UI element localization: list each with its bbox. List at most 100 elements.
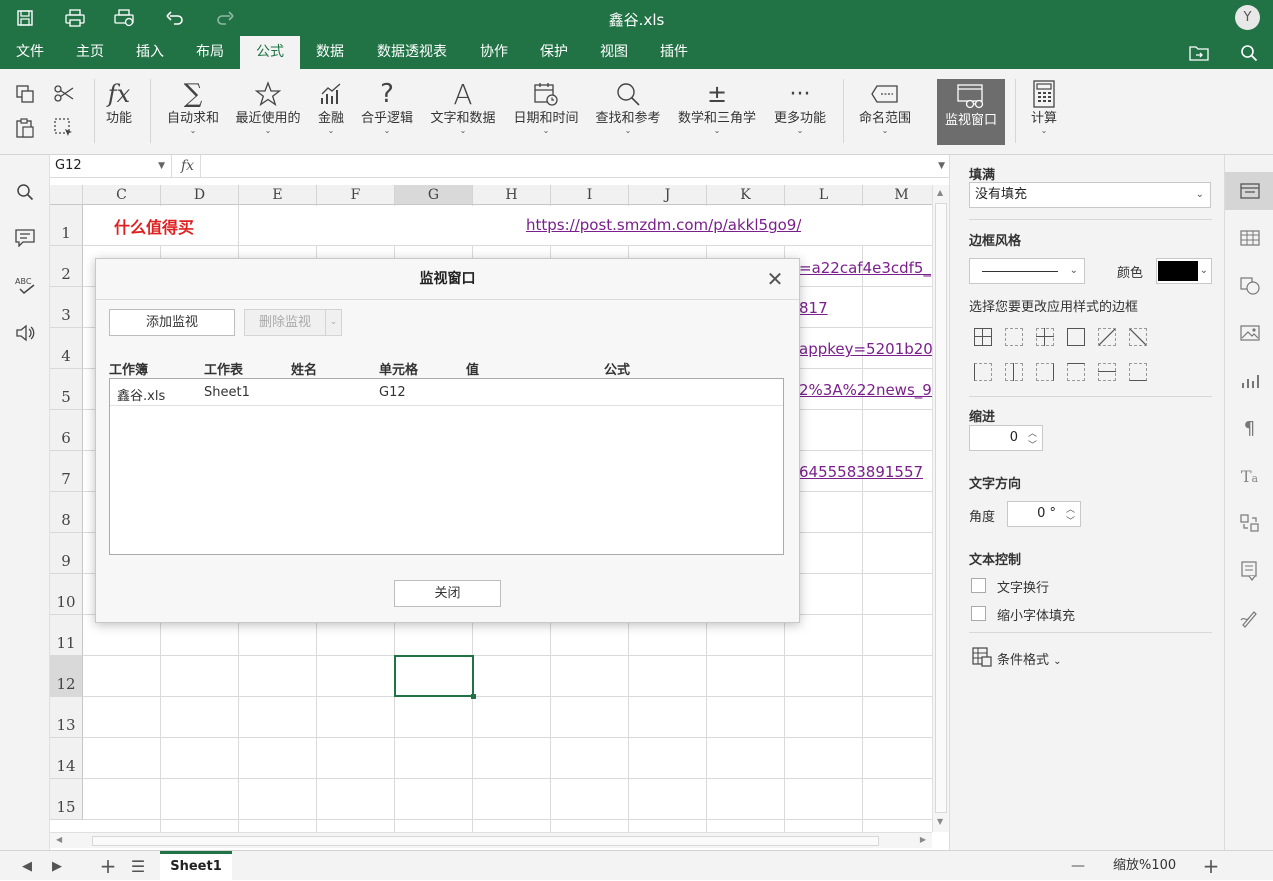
pivot-tab-icon[interactable] <box>1225 504 1273 542</box>
scroll-up-icon[interactable]: ▲ <box>937 188 943 197</box>
border-left-icon[interactable] <box>974 363 992 381</box>
column-header[interactable]: K <box>707 185 785 205</box>
image-tab-icon[interactable] <box>1225 314 1273 352</box>
save-icon[interactable] <box>13 6 37 30</box>
column-header[interactable]: L <box>785 185 863 205</box>
active-cell-g12[interactable] <box>394 655 476 699</box>
redo-icon[interactable] <box>213 6 237 30</box>
border-diag-up-icon[interactable] <box>1098 328 1116 346</box>
menu-collab[interactable]: 协作 <box>464 36 524 69</box>
named-range-button[interactable]: 命名范围 ⌄ <box>853 77 917 147</box>
border-inner-icon[interactable] <box>1036 328 1054 346</box>
row-header[interactable]: 9 <box>50 533 83 574</box>
search-icon[interactable] <box>1237 41 1261 65</box>
select-all-corner[interactable] <box>50 185 83 205</box>
column-header[interactable]: M <box>863 185 932 205</box>
menu-formula[interactable]: 公式 <box>240 36 300 69</box>
wrap-text-checkbox[interactable] <box>971 578 986 593</box>
row-header[interactable]: 14 <box>50 738 83 779</box>
row-header[interactable]: 6 <box>50 410 83 451</box>
row-header[interactable]: 10 <box>50 574 83 615</box>
menu-file[interactable]: 文件 <box>0 36 60 69</box>
scroll-left-icon[interactable]: ◀ <box>56 835 62 844</box>
sheet-tab[interactable]: Sheet1 <box>160 851 232 881</box>
column-header[interactable]: C <box>83 185 161 205</box>
row-header[interactable]: 7 <box>50 451 83 492</box>
menu-plugins[interactable]: 插件 <box>644 36 704 69</box>
border-color-select[interactable]: ⌄ <box>1156 258 1212 284</box>
menu-pivot[interactable]: 数据透视表 <box>360 36 464 69</box>
calculate-button[interactable]: 计算 ⌄ <box>1024 77 1064 147</box>
column-header[interactable]: H <box>473 185 551 205</box>
speaker-icon[interactable] <box>13 321 37 345</box>
scroll-right-icon[interactable]: ▶ <box>920 835 926 844</box>
text-data-button[interactable]: A 文字和数据 ⌄ <box>424 77 502 147</box>
comment-icon[interactable] <box>13 226 37 250</box>
text-art-tab-icon[interactable]: Ta <box>1225 457 1273 495</box>
row-header[interactable]: 12 <box>50 656 83 697</box>
zoom-in-button[interactable]: + <box>1199 854 1223 878</box>
stepper-down-icon[interactable]: ﹀ <box>1028 434 1037 458</box>
formula-input[interactable] <box>206 155 929 177</box>
more-functions-button[interactable]: ··· 更多功能 ⌄ <box>768 77 832 147</box>
menu-layout[interactable]: 布局 <box>180 36 240 69</box>
border-center-h-icon[interactable] <box>1098 363 1116 381</box>
border-none-icon[interactable] <box>1005 328 1023 346</box>
row-header[interactable]: 3 <box>50 287 83 328</box>
border-bottom-icon[interactable] <box>1129 363 1147 381</box>
row-header[interactable]: 4 <box>50 328 83 369</box>
border-top-icon[interactable] <box>1067 363 1085 381</box>
add-watch-button[interactable]: 添加监视 <box>109 309 235 336</box>
column-header[interactable]: G <box>395 185 473 205</box>
datetime-button[interactable]: 日期和时间 ⌄ <box>508 77 584 147</box>
close-button[interactable]: 关闭 <box>394 580 501 607</box>
column-header[interactable]: F <box>317 185 395 205</box>
column-header[interactable]: I <box>551 185 629 205</box>
chevron-down-icon[interactable]: ▼ <box>158 155 165 177</box>
cell-link-row2[interactable]: =a22caf4e3cdf5_ <box>799 259 932 277</box>
cut-icon[interactable] <box>53 83 75 105</box>
stepper-down-icon[interactable]: ﹀ <box>1066 510 1075 534</box>
indent-stepper[interactable]: 0 ︿ ﹀ <box>969 425 1043 451</box>
column-header[interactable]: D <box>161 185 239 205</box>
vertical-scrollbar[interactable]: ▲ ▼ <box>932 185 949 832</box>
search-icon[interactable] <box>13 180 37 204</box>
form-tab-icon[interactable] <box>1225 552 1273 590</box>
user-avatar[interactable]: Y <box>1235 5 1260 30</box>
table-tab-icon[interactable] <box>1225 219 1273 257</box>
sheet-list-icon[interactable]: ☰ <box>127 855 149 877</box>
border-outer-icon[interactable] <box>1067 328 1085 346</box>
menu-home[interactable]: 主页 <box>60 36 120 69</box>
scroll-thumb[interactable] <box>92 836 879 846</box>
autosum-button[interactable]: ∑ 自动求和 ⌄ <box>160 77 226 147</box>
shapes-tab-icon[interactable] <box>1225 267 1273 305</box>
fill-select[interactable]: 没有填充 ⌄ <box>969 182 1211 208</box>
select-area-icon[interactable] <box>53 117 75 139</box>
conditional-format-button[interactable]: 条件格式 ⌄ <box>997 649 1062 668</box>
recent-functions-button[interactable]: 最近使用的 ⌄ <box>230 77 306 147</box>
add-sheet-icon[interactable]: + <box>97 854 119 878</box>
fx-icon[interactable]: fx <box>175 155 201 177</box>
copy-icon[interactable] <box>14 83 36 105</box>
print-icon[interactable] <box>63 6 87 30</box>
list-item[interactable]: 鑫谷.xls Sheet1 G12 <box>110 379 783 406</box>
row-header[interactable]: 11 <box>50 615 83 656</box>
signature-tab-icon[interactable] <box>1225 599 1273 637</box>
row-header[interactable]: 2 <box>50 246 83 287</box>
delete-watch-button[interactable]: 删除监视 ⌄ <box>244 309 342 336</box>
finance-button[interactable]: 金融 ⌄ <box>312 77 350 147</box>
angle-stepper[interactable]: 0 ° ︿ ﹀ <box>1007 501 1081 527</box>
scroll-thumb[interactable] <box>935 203 947 813</box>
name-box[interactable]: G12 ▼ <box>50 155 172 177</box>
border-all-icon[interactable] <box>974 328 992 346</box>
function-button[interactable]: fx 功能 <box>98 77 140 147</box>
border-diag-down-icon[interactable] <box>1129 328 1147 346</box>
border-center-v-icon[interactable] <box>1005 363 1023 381</box>
spellcheck-icon[interactable]: ABC <box>13 273 37 297</box>
open-file-location-icon[interactable] <box>1187 41 1211 65</box>
fill-handle[interactable] <box>471 694 476 699</box>
menu-view[interactable]: 视图 <box>584 36 644 69</box>
close-icon[interactable]: ✕ <box>765 268 785 290</box>
chart-tab-icon[interactable] <box>1225 362 1273 400</box>
border-style-select[interactable]: ⌄ <box>969 258 1085 284</box>
